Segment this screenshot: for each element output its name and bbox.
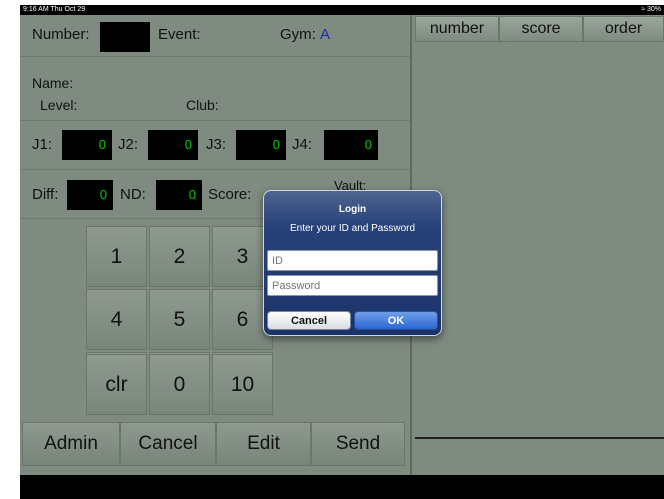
edit-button[interactable]: Edit xyxy=(216,422,311,466)
dialog-message: Enter your ID and Password xyxy=(289,223,416,234)
column-header-number[interactable]: number xyxy=(415,16,499,42)
j3-score[interactable]: 0 xyxy=(236,130,286,160)
dialog-title: Login xyxy=(338,204,367,215)
nd-label: ND: xyxy=(120,186,146,203)
key-5[interactable]: 5 xyxy=(149,289,210,350)
admin-button[interactable]: Admin xyxy=(22,422,120,466)
difficulty-score[interactable]: 0 xyxy=(67,180,113,210)
key-clear[interactable]: clr xyxy=(86,354,147,415)
key-2[interactable]: 2 xyxy=(149,226,210,287)
dialog-cancel-button[interactable]: Cancel xyxy=(267,311,351,330)
results-separator xyxy=(415,437,664,439)
diff-label: Diff: xyxy=(32,186,59,203)
j1-label: J1: xyxy=(32,136,53,153)
results-panel: number score order xyxy=(412,15,664,475)
number-field[interactable] xyxy=(100,22,150,52)
key-4[interactable]: 4 xyxy=(86,289,147,350)
gymnast-info-row: Name: Level: Club: xyxy=(20,70,410,121)
status-time: 9:16 AM Thu Oct 29 xyxy=(23,6,86,13)
number-label: Number: xyxy=(32,26,90,43)
j4-label: J4: xyxy=(292,136,313,153)
key-10[interactable]: 10 xyxy=(212,354,273,415)
column-header-score[interactable]: score xyxy=(499,16,583,42)
header-row: Number: Event: Gym: A xyxy=(20,15,410,57)
battery-indicator: ≈ 30% xyxy=(641,5,661,15)
cancel-button[interactable]: Cancel xyxy=(120,422,216,466)
j2-label: J2: xyxy=(118,136,139,153)
level-label: Level: xyxy=(40,97,78,113)
gym-value: A xyxy=(320,26,331,43)
j3-label: J3: xyxy=(206,136,227,153)
battery-level: 30% xyxy=(646,6,661,13)
column-header-order[interactable]: order xyxy=(583,16,664,42)
dialog-ok-button[interactable]: OK xyxy=(354,311,438,330)
gym-label: Gym: xyxy=(280,26,316,43)
j2-score[interactable]: 0 xyxy=(148,130,198,160)
bottom-bar xyxy=(20,475,664,499)
send-button[interactable]: Send xyxy=(311,422,405,466)
key-1[interactable]: 1 xyxy=(86,226,147,287)
judges-row: J1: 0 J2: 0 J3: 0 J4: 0 xyxy=(20,121,410,170)
id-field[interactable] xyxy=(267,250,438,271)
j1-score[interactable]: 0 xyxy=(62,130,112,160)
event-label: Event: xyxy=(158,26,201,43)
score-label: Score: xyxy=(208,186,252,203)
j4-score[interactable]: 0 xyxy=(324,130,378,160)
neutral-deduction[interactable]: 0 xyxy=(156,180,202,210)
name-label: Name: xyxy=(32,75,74,91)
status-bar: 9:16 AM Thu Oct 29 ≈ 30% xyxy=(20,5,664,15)
password-field[interactable] xyxy=(267,275,438,296)
wifi-icon: ≈ xyxy=(641,6,646,13)
club-label: Club: xyxy=(186,97,219,113)
login-dialog: Login Enter your ID and Password Cancel … xyxy=(263,190,442,336)
key-0[interactable]: 0 xyxy=(149,354,210,415)
